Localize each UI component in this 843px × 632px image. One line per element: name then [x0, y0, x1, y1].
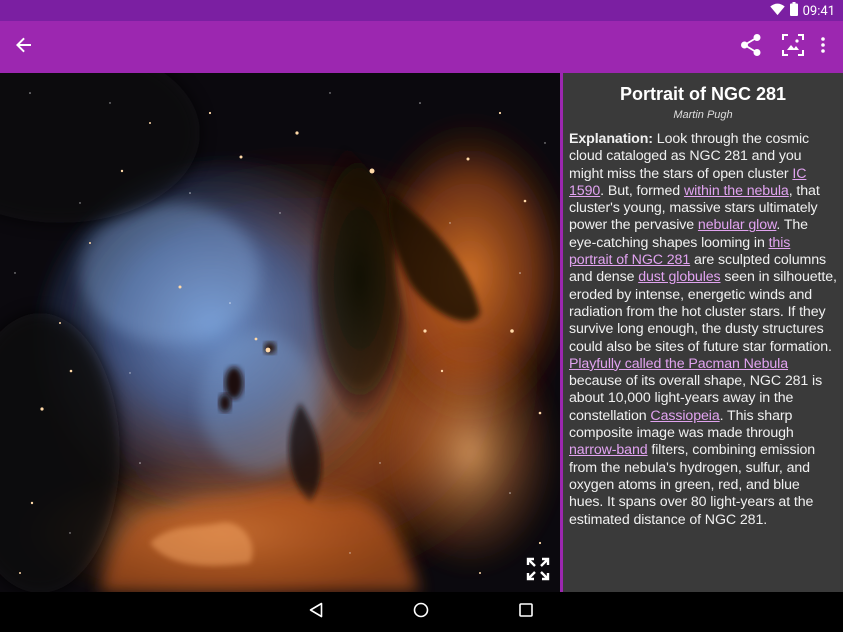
article-author: Martin Pugh [673, 109, 733, 121]
link-cassiopeia[interactable]: Cassiopeia [650, 408, 719, 424]
link-pacman-nebula[interactable]: Playfully called the Pacman Nebula [569, 356, 788, 372]
overflow-menu-button[interactable] [813, 21, 833, 73]
apod-image[interactable] [0, 73, 560, 592]
nav-home-icon [413, 602, 429, 623]
share-button[interactable] [735, 21, 767, 73]
nav-recents-icon [519, 602, 533, 622]
link-within-the-nebula[interactable]: within the nebula [684, 183, 789, 199]
set-wallpaper-button[interactable] [777, 21, 809, 73]
link-narrow-band[interactable]: narrow-band [569, 442, 648, 458]
explanation-text: Explanation: Look through the cosmic clo… [569, 131, 837, 529]
fullscreen-button[interactable] [524, 557, 552, 585]
status-time: 09:41 [802, 3, 835, 19]
back-button[interactable] [8, 21, 40, 73]
battery-icon [789, 2, 798, 20]
nav-home-button[interactable] [409, 600, 433, 624]
wallpaper-icon [782, 33, 804, 61]
app-bar [0, 21, 843, 73]
article-title: Portrait of NGC 281 [619, 84, 787, 104]
navigation-bar [0, 592, 843, 632]
description-panel[interactable]: Portrait of NGC 281 Martin Pugh Explanat… [563, 73, 843, 592]
nebula-picture [0, 73, 560, 592]
nav-back-button[interactable] [304, 600, 328, 624]
status-icons: 09:41 [769, 2, 835, 20]
more-vert-icon [821, 36, 825, 58]
wifi-icon [769, 3, 785, 20]
share-icon [740, 33, 762, 62]
nav-recents-button[interactable] [514, 600, 538, 624]
arrow-back-icon [16, 37, 32, 58]
status-bar: 09:41 [0, 0, 843, 21]
explanation-label: Explanation: [569, 131, 653, 147]
nav-back-icon [309, 602, 323, 623]
fullscreen-icon [526, 557, 550, 586]
link-nebular-glow[interactable]: nebular glow [698, 217, 777, 233]
explanation-segment: . But, formed [600, 182, 684, 199]
link-dust-globules[interactable]: dust globules [638, 269, 720, 285]
